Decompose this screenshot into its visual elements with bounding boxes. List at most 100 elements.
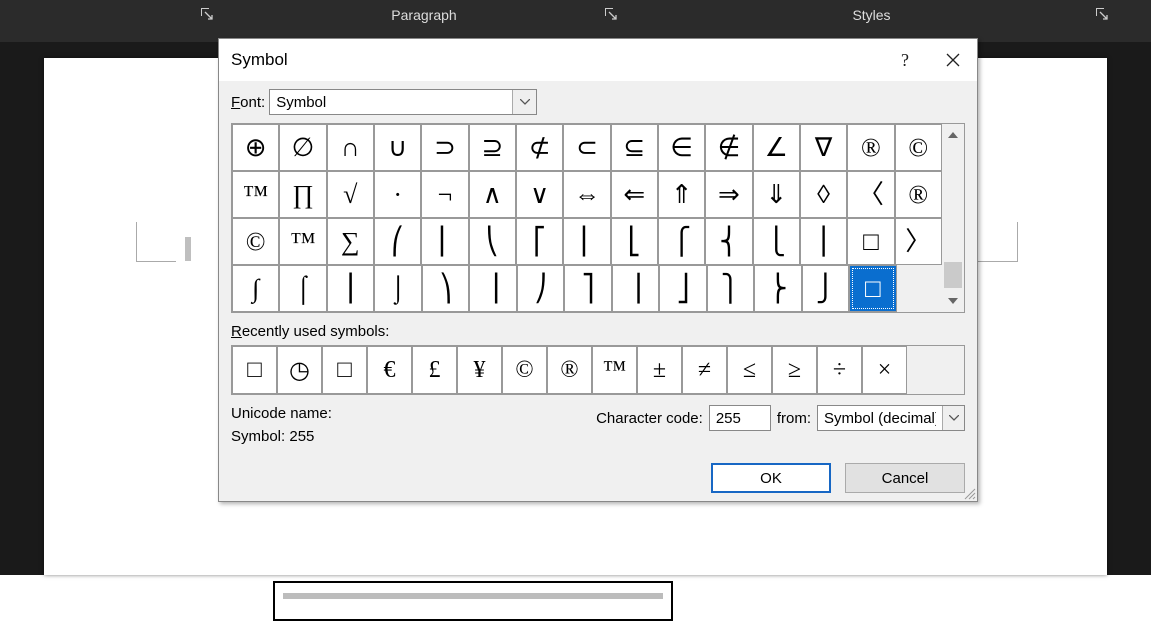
symbol-cell[interactable]: ¬	[421, 171, 468, 218]
recent-symbol-cell[interactable]: ®	[547, 346, 592, 394]
recent-symbol-cell[interactable]: ™	[592, 346, 637, 394]
symbol-cell[interactable]: ®	[847, 124, 894, 171]
recent-symbol-cell[interactable]: ©	[502, 346, 547, 394]
symbol-cell[interactable]: ®	[895, 171, 942, 218]
symbol-cell[interactable]: ⊕	[232, 124, 279, 171]
scroll-thumb[interactable]	[944, 262, 962, 288]
symbol-cell[interactable]: ⎨	[705, 218, 752, 265]
dialog-launcher-icon[interactable]	[200, 7, 214, 21]
symbol-cell[interactable]: ⎟	[469, 265, 516, 312]
symbol-cell[interactable]: ⌡	[374, 265, 421, 312]
symbol-cell[interactable]: ∧	[469, 171, 516, 218]
dialog-launcher-icon[interactable]	[604, 7, 618, 21]
ribbon-group-paragraph: Paragraph	[222, 0, 626, 42]
symbol-cell[interactable]: ⎣	[611, 218, 658, 265]
recent-symbol-cell[interactable]: ¥	[457, 346, 502, 394]
symbol-cell[interactable]: 〉	[895, 218, 942, 265]
symbol-cell[interactable]: ⎭	[802, 265, 849, 312]
from-combo[interactable]	[817, 405, 965, 431]
character-code-input[interactable]	[709, 405, 771, 431]
symbol-grid-row: ©™∑⎛⎜⎝⎡⎢⎣⎧⎨⎩⎪□〉	[232, 218, 942, 265]
symbol-cell[interactable]: ∑	[327, 218, 374, 265]
symbol-cell[interactable]: ⇐	[611, 171, 658, 218]
symbol-cell[interactable]: ⎩	[753, 218, 800, 265]
symbol-cell[interactable]: ⎜	[421, 218, 468, 265]
dialog-launcher-icon[interactable]	[1095, 7, 1109, 21]
symbol-cell[interactable]: ⇓	[753, 171, 800, 218]
symbol-cell[interactable]: ⇑	[658, 171, 705, 218]
symbol-cell[interactable]: ⎥	[612, 265, 659, 312]
symbol-cell[interactable]: 〈	[847, 171, 894, 218]
scroll-down-icon[interactable]	[942, 290, 964, 312]
recent-symbol-cell[interactable]: ×	[862, 346, 907, 394]
symbol-cell[interactable]: ⎦	[659, 265, 706, 312]
ok-button[interactable]: OK	[711, 463, 831, 493]
symbol-cell[interactable]: ⎝	[469, 218, 516, 265]
chevron-down-icon[interactable]	[942, 406, 964, 430]
symbol-cell[interactable]: □	[849, 265, 896, 312]
symbol-cell[interactable]: ⊆	[611, 124, 658, 171]
symbol-cell[interactable]: ∨	[516, 171, 563, 218]
symbol-cell[interactable]: ⊇	[469, 124, 516, 171]
chevron-down-icon[interactable]	[512, 90, 536, 114]
symbol-cell[interactable]: ⎠	[517, 265, 564, 312]
recent-symbol-cell[interactable]: ≥	[772, 346, 817, 394]
symbol-cell[interactable]: ·	[374, 171, 421, 218]
symbol-cell[interactable]: ©	[895, 124, 942, 171]
symbol-cell[interactable]: ⊂	[563, 124, 610, 171]
recent-symbol-cell[interactable]: ≠	[682, 346, 727, 394]
symbol-cell[interactable]: ™	[279, 218, 326, 265]
symbol-cell[interactable]: ∫	[232, 265, 279, 312]
recent-symbol-cell[interactable]: £	[412, 346, 457, 394]
symbol-cell[interactable]: ∅	[279, 124, 326, 171]
symbol-cell[interactable]: ∏	[279, 171, 326, 218]
recent-symbol-cell[interactable]: □	[322, 346, 367, 394]
symbol-cell[interactable]: ⎢	[563, 218, 610, 265]
symbol-cell[interactable]: □	[847, 218, 894, 265]
scroll-track[interactable]	[942, 146, 964, 290]
symbol-cell[interactable]: ⊄	[516, 124, 563, 171]
symbol-cell[interactable]: ∇	[800, 124, 847, 171]
symbol-cell[interactable]: ⎮	[327, 265, 374, 312]
symbol-cell[interactable]: ©	[232, 218, 279, 265]
help-button[interactable]: ?	[881, 39, 929, 81]
font-input[interactable]	[270, 90, 512, 114]
app-background: Paragraph Styles Symbol ?	[0, 0, 1151, 575]
recent-symbol-cell[interactable]: €	[367, 346, 412, 394]
symbol-cell[interactable]: ⇒	[705, 171, 752, 218]
grid-scrollbar[interactable]	[942, 124, 964, 312]
symbol-cell[interactable]: ⎛	[374, 218, 421, 265]
recent-symbol-cell[interactable]: ±	[637, 346, 682, 394]
symbol-cell[interactable]: √	[327, 171, 374, 218]
symbol-cell[interactable]: ∩	[327, 124, 374, 171]
from-input[interactable]	[818, 406, 942, 430]
symbol-cell[interactable]: ⎪	[800, 218, 847, 265]
symbol-cell[interactable]: ∉	[705, 124, 752, 171]
font-combo[interactable]	[269, 89, 537, 115]
symbol-cell[interactable]: ⊃	[421, 124, 468, 171]
symbol-cell[interactable]: ⌠	[279, 265, 326, 312]
symbol-cell[interactable]: ⎫	[707, 265, 754, 312]
close-button[interactable]	[929, 39, 977, 81]
symbol-cell[interactable]: ∪	[374, 124, 421, 171]
symbol-cell[interactable]: ™	[232, 171, 279, 218]
scroll-up-icon[interactable]	[942, 124, 964, 146]
resize-grip-icon[interactable]	[962, 486, 976, 500]
symbol-cell[interactable]: ∈	[658, 124, 705, 171]
dialog-titlebar[interactable]: Symbol ?	[219, 39, 977, 81]
symbol-cell[interactable]: ⎧	[658, 218, 705, 265]
ribbon-group-label: Paragraph	[222, 7, 626, 23]
symbol-cell[interactable]: ⎡	[516, 218, 563, 265]
recent-symbol-cell[interactable]: ◷	[277, 346, 322, 394]
symbol-cell[interactable]: ∠	[753, 124, 800, 171]
symbol-grid: ⊕∅∩∪⊃⊇⊄⊂⊆∈∉∠∇®©™∏√·¬∧∨⇔⇐⇑⇒⇓◊〈®©™∑⎛⎜⎝⎡⎢⎣⎧…	[232, 124, 942, 312]
symbol-cell[interactable]: ⎞	[422, 265, 469, 312]
recent-symbol-cell[interactable]: ≤	[727, 346, 772, 394]
symbol-cell[interactable]: ⎤	[564, 265, 611, 312]
recent-symbol-cell[interactable]: ÷	[817, 346, 862, 394]
recent-symbol-cell[interactable]: □	[232, 346, 277, 394]
cancel-button[interactable]: Cancel	[845, 463, 965, 493]
symbol-cell[interactable]: ⎬	[754, 265, 801, 312]
symbol-cell[interactable]: ◊	[800, 171, 847, 218]
symbol-cell[interactable]: ⇔	[563, 171, 610, 218]
